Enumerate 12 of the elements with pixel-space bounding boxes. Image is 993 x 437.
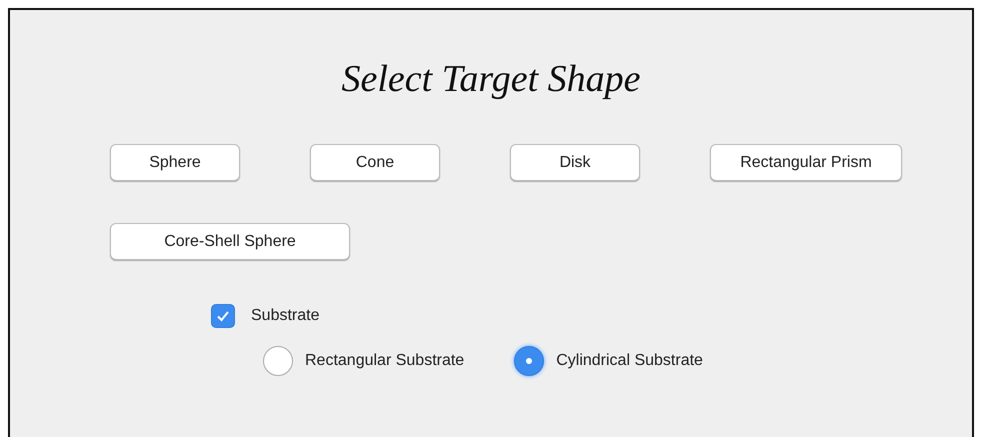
radio-label: Cylindrical Substrate <box>556 352 703 370</box>
shape-button[interactable]: Cone <box>310 144 440 181</box>
radio-button[interactable] <box>514 346 544 376</box>
shape-button[interactable]: Sphere <box>110 144 240 181</box>
shape-button[interactable]: Core-Shell Sphere <box>110 223 350 260</box>
checkbox-label: Substrate <box>251 307 320 325</box>
radio-label: Rectangular Substrate <box>305 352 464 370</box>
shape-button[interactable]: Disk <box>510 144 640 181</box>
shape-button[interactable]: Rectangular Prism <box>710 144 902 181</box>
radio-button[interactable] <box>263 346 293 376</box>
dialog-title: Select Target Shape <box>340 57 642 102</box>
substrate-checkbox[interactable] <box>211 304 235 328</box>
